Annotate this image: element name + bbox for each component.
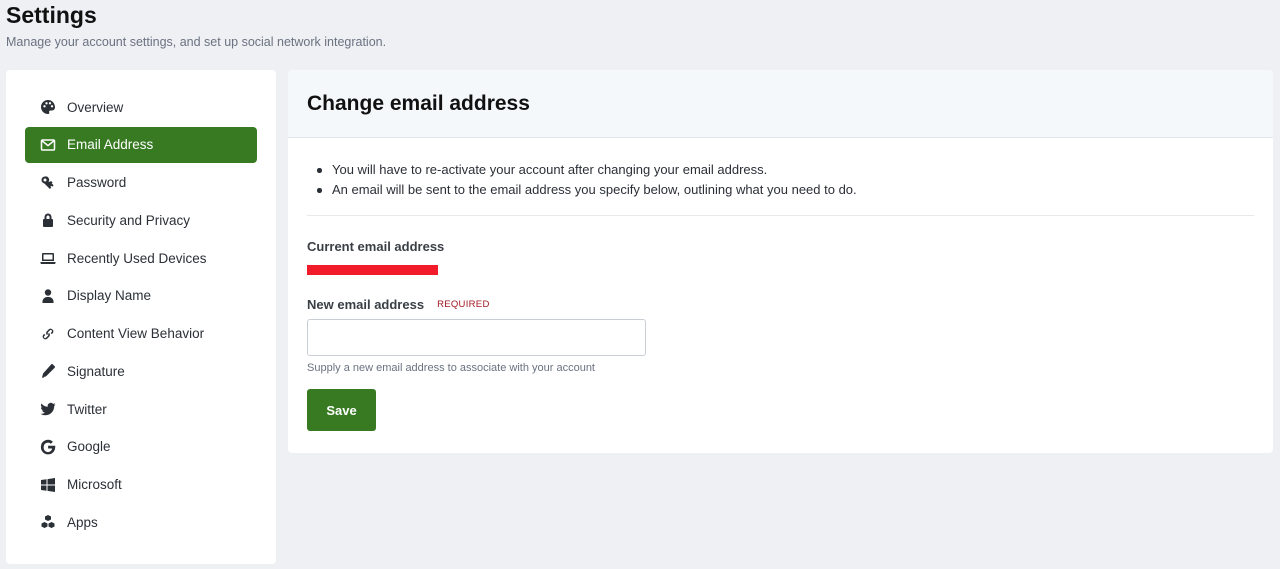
sidebar-item-label: Microsoft (67, 477, 122, 492)
google-icon (39, 438, 57, 456)
sidebar-item-display-name[interactable]: Display Name (25, 278, 257, 314)
sidebar-item-overview[interactable]: Overview (25, 89, 257, 125)
sidebar-item-label: Display Name (67, 288, 152, 304)
cubes-icon (39, 513, 57, 531)
sidebar-item-label: Twitter (67, 401, 107, 417)
new-email-hint: Supply a new email address to associate … (307, 362, 595, 374)
sidebar-item-label: Email Address (67, 137, 154, 153)
user-icon (39, 287, 57, 305)
key-icon (39, 174, 57, 192)
sidebar-item-apps[interactable]: Apps (25, 504, 257, 540)
sidebar-item-label: Apps (67, 514, 98, 530)
page-subtitle: Manage your account settings, and set up… (6, 35, 387, 49)
sidebar-item-label: Overview (67, 99, 124, 115)
list-item: An email will be sent to the email addre… (307, 180, 1254, 200)
envelope-icon (39, 136, 57, 154)
sidebar-item-content-view-behavior[interactable]: Content View Behavior (25, 316, 257, 352)
sidebar-item-google[interactable]: Google (25, 429, 257, 465)
twitter-icon (39, 400, 57, 418)
sidebar-item-label: Signature (67, 363, 125, 379)
page-title: Settings (6, 2, 97, 28)
panel-header: Change email address (288, 70, 1273, 138)
sidebar-item-label: Content View Behavior (67, 326, 205, 341)
sidebar-item-label: Google (67, 439, 111, 455)
new-email-input[interactable] (307, 319, 646, 356)
info-list: You will have to re-activate your accoun… (307, 138, 1254, 216)
sidebar-item-recently-used-devices[interactable]: Recently Used Devices (25, 240, 257, 276)
new-email-label: New email address (307, 297, 425, 312)
sidebar-item-security-privacy[interactable]: Security and Privacy (25, 202, 257, 238)
list-item: You will have to re-activate your accoun… (307, 160, 1254, 180)
palette-icon (39, 98, 57, 116)
sidebar-item-signature[interactable]: Signature (25, 353, 257, 389)
sidebar-item-twitter[interactable]: Twitter (25, 391, 257, 427)
settings-sidebar: Overview Email Address Password Security… (6, 70, 276, 564)
lock-icon (39, 211, 57, 229)
pencil-icon (39, 362, 57, 380)
required-badge: REQUIRED (437, 299, 490, 310)
windows-icon (39, 476, 57, 494)
redacted-current-email (307, 265, 438, 275)
change-email-panel: Change email address You will have to re… (288, 70, 1273, 453)
save-button[interactable]: Save (307, 389, 376, 431)
sidebar-item-label: Password (67, 175, 127, 190)
sidebar-item-label: Recently Used Devices (67, 250, 207, 266)
laptop-icon (39, 249, 57, 267)
link-icon (39, 325, 57, 343)
sidebar-item-email-address[interactable]: Email Address (25, 126, 257, 163)
panel-title: Change email address (307, 91, 530, 115)
current-email-label: Current email address (307, 239, 445, 254)
sidebar-item-label: Security and Privacy (67, 212, 191, 228)
sidebar-item-microsoft[interactable]: Microsoft (25, 467, 257, 503)
sidebar-item-password[interactable]: Password (25, 165, 257, 201)
